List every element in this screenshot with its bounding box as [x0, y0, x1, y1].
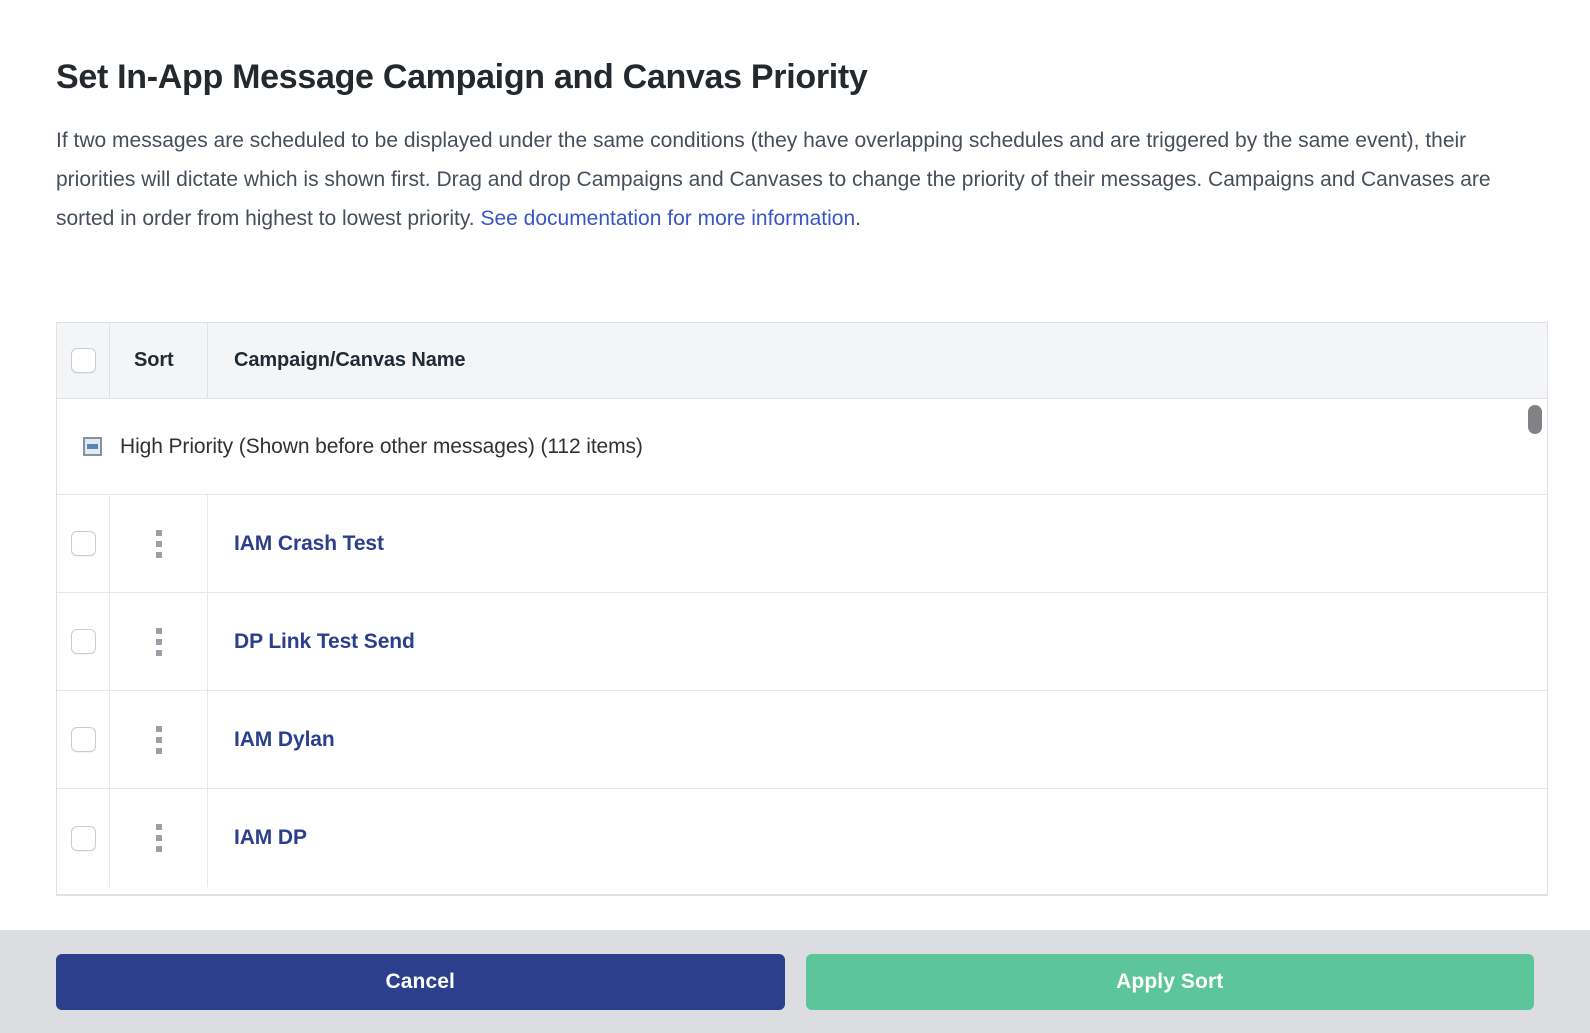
page-description: If two messages are scheduled to be disp…	[56, 121, 1496, 238]
select-all-checkbox[interactable]	[70, 348, 96, 373]
apply-sort-button[interactable]: Apply Sort	[805, 953, 1534, 1010]
table-header-row: Sort Campaign/Canvas Name	[57, 323, 1547, 399]
header-block: Set In-App Message Campaign and Canvas P…	[56, 56, 1506, 238]
row-checkbox[interactable]	[70, 531, 96, 556]
dialog-footer: Cancel Apply Sort	[0, 930, 1590, 1033]
row-checkbox[interactable]	[70, 629, 96, 654]
table-row: IAM Dylan	[57, 691, 1547, 789]
campaign-name-link[interactable]: IAM Crash Test	[234, 532, 384, 556]
row-name-cell: IAM Dylan	[208, 691, 1547, 788]
campaign-name-link[interactable]: IAM Dylan	[234, 728, 335, 752]
row-select-cell	[57, 789, 110, 887]
drag-handle-icon[interactable]	[155, 529, 162, 558]
row-name-cell: IAM DP	[208, 789, 1547, 887]
row-select-cell	[57, 691, 110, 788]
table-row: IAM DP	[57, 789, 1547, 887]
row-sort-cell	[110, 495, 208, 592]
row-name-cell: DP Link Test Send	[208, 593, 1547, 690]
drag-handle-icon[interactable]	[155, 627, 162, 656]
row-sort-cell	[110, 691, 208, 788]
table-row: DP Link Test Send	[57, 593, 1547, 691]
in-app-message-priority-dialog: Set In-App Message Campaign and Canvas P…	[0, 0, 1590, 1033]
table-scrollbar-track[interactable]	[1528, 400, 1542, 894]
priority-table: Sort Campaign/Canvas Name High Priority …	[56, 322, 1548, 896]
drag-handle-icon[interactable]	[155, 824, 162, 852]
sort-column-label: Sort	[134, 349, 174, 371]
minus-square-icon[interactable]	[83, 437, 102, 456]
row-checkbox[interactable]	[70, 825, 96, 851]
campaign-name-link[interactable]: DP Link Test Send	[234, 630, 415, 654]
table-row: IAM Crash Test	[57, 495, 1547, 593]
campaign-name-link[interactable]: IAM DP	[234, 826, 307, 850]
row-select-cell	[57, 495, 110, 592]
row-sort-cell	[110, 789, 208, 887]
group-header-label: High Priority (Shown before other messag…	[120, 434, 643, 458]
name-column-label: Campaign/Canvas Name	[234, 349, 466, 371]
sort-header-cell: Sort	[110, 323, 208, 398]
group-header-row[interactable]: High Priority (Shown before other messag…	[57, 399, 1547, 495]
select-all-header-cell	[57, 323, 110, 398]
page-title: Set In-App Message Campaign and Canvas P…	[56, 58, 868, 96]
table-body: High Priority (Shown before other messag…	[57, 399, 1547, 894]
row-checkbox[interactable]	[70, 727, 96, 752]
page-description-period: .	[855, 206, 861, 230]
row-sort-cell	[110, 593, 208, 690]
name-header-cell: Campaign/Canvas Name	[208, 323, 1547, 398]
row-select-cell	[57, 593, 110, 690]
table-scrollbar-thumb[interactable]	[1528, 405, 1542, 434]
drag-handle-icon[interactable]	[155, 725, 162, 754]
cancel-button[interactable]: Cancel	[56, 953, 785, 1010]
documentation-link[interactable]: See documentation for more information	[480, 207, 855, 230]
row-name-cell: IAM Crash Test	[208, 495, 1547, 592]
